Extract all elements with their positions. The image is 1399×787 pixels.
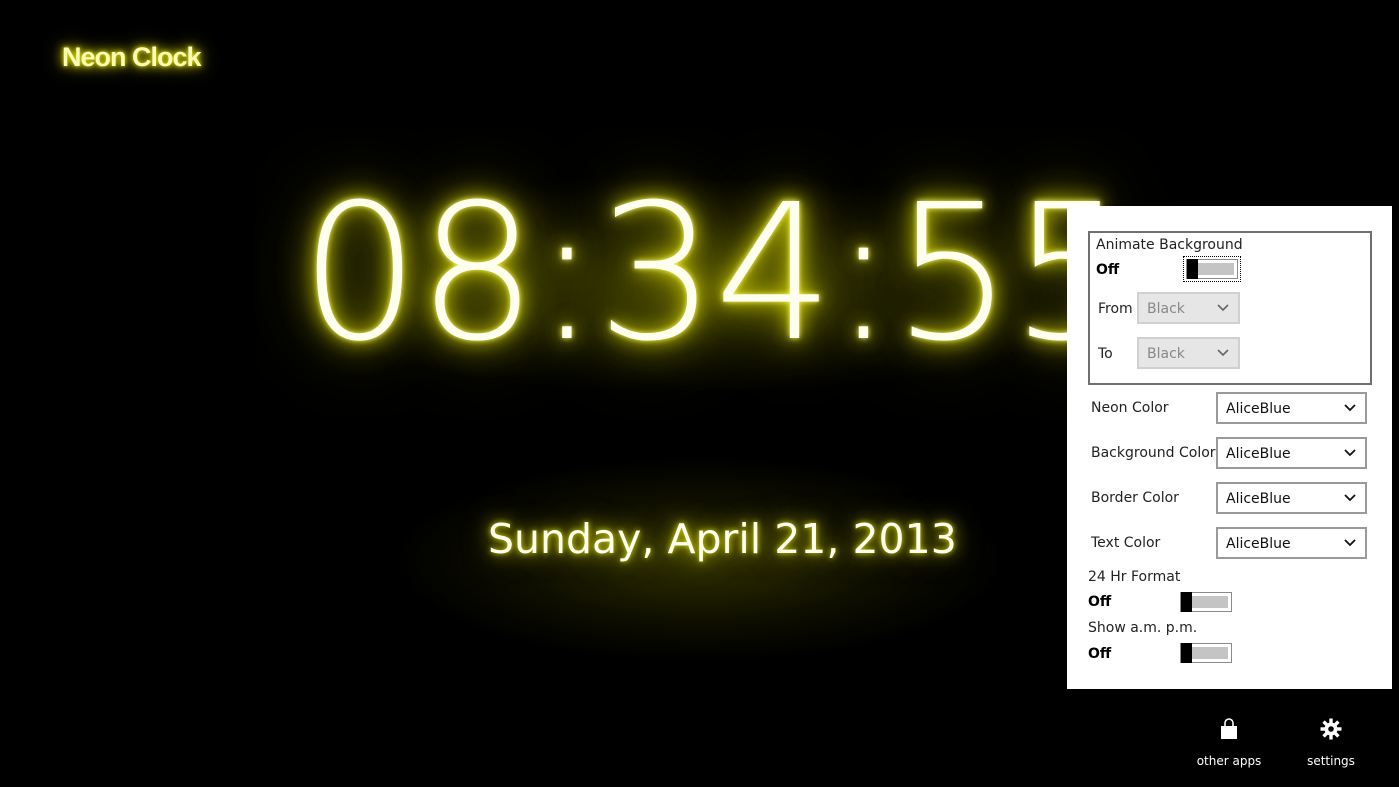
app-window: Neon Clock 08:34:55 Sunday, April 21, 20…	[0, 0, 1399, 787]
to-color-select[interactable]: Black	[1137, 337, 1240, 369]
other-apps-label: other apps	[1196, 754, 1262, 768]
to-label: To	[1098, 346, 1113, 362]
text-color-value: AliceBlue	[1226, 536, 1291, 552]
chevron-down-icon	[1217, 349, 1229, 357]
toggle-thumb	[1187, 259, 1198, 279]
toggle-thumb	[1181, 592, 1192, 612]
ampm-state: Off	[1088, 646, 1112, 662]
background-color-value: AliceBlue	[1226, 446, 1291, 462]
border-color-label: Border Color	[1091, 490, 1179, 506]
from-color-value: Black	[1147, 301, 1185, 317]
text-color-select[interactable]: AliceBlue	[1216, 527, 1367, 559]
toggle-thumb	[1181, 643, 1192, 663]
ampm-label: Show a.m. p.m.	[1088, 620, 1198, 636]
clock-time: 08:34:55	[300, 164, 1130, 383]
chevron-down-icon	[1217, 304, 1229, 312]
animate-background-label: Animate Background	[1096, 237, 1243, 253]
ampm-toggle[interactable]	[1180, 643, 1232, 663]
neon-color-value: AliceBlue	[1226, 401, 1291, 417]
app-title: Neon Clock	[62, 42, 202, 72]
chevron-down-icon	[1344, 449, 1356, 457]
gear-icon	[1320, 718, 1342, 740]
shopping-bag-icon	[1221, 718, 1237, 739]
hr24-state: Off	[1088, 594, 1112, 610]
settings-button[interactable]: settings	[1286, 718, 1376, 768]
hr24-label: 24 Hr Format	[1088, 569, 1181, 585]
to-color-value: Black	[1147, 346, 1185, 362]
chevron-down-icon	[1344, 539, 1356, 547]
neon-color-label: Neon Color	[1091, 400, 1169, 416]
settings-label: settings	[1307, 754, 1355, 768]
neon-color-select[interactable]: AliceBlue	[1216, 392, 1367, 424]
animate-background-state: Off	[1096, 262, 1120, 278]
chevron-down-icon	[1344, 494, 1356, 502]
background-color-label: Background Color	[1091, 445, 1216, 461]
border-color-select[interactable]: AliceBlue	[1216, 482, 1367, 514]
chevron-down-icon	[1344, 404, 1356, 412]
hr24-toggle[interactable]	[1180, 592, 1232, 612]
from-label: From	[1098, 301, 1133, 317]
from-color-select[interactable]: Black	[1137, 292, 1240, 324]
settings-flyout: Animate Background Off From Black To Bla…	[1067, 206, 1392, 689]
background-color-select[interactable]: AliceBlue	[1216, 437, 1367, 469]
border-color-value: AliceBlue	[1226, 491, 1291, 507]
text-color-label: Text Color	[1091, 535, 1161, 551]
other-apps-button[interactable]: other apps	[1184, 718, 1274, 768]
clock-date: Sunday, April 21, 2013	[488, 515, 957, 563]
animate-background-toggle[interactable]	[1183, 256, 1241, 282]
animate-background-group: Animate Background Off From Black To Bla…	[1088, 231, 1372, 385]
